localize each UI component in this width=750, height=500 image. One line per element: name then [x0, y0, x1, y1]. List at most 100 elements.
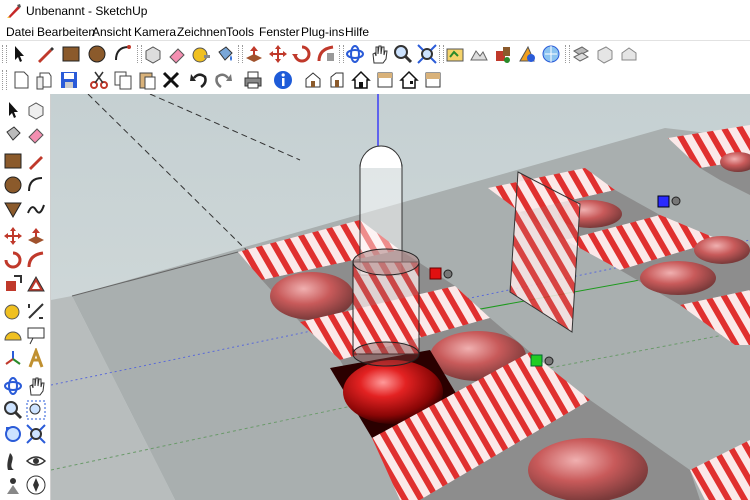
- circle-tool-button[interactable]: [2, 174, 24, 196]
- red-axis-marker[interactable]: [429, 267, 442, 280]
- menu-fenster[interactable]: Fenster: [259, 25, 300, 39]
- axes-button[interactable]: [2, 348, 24, 370]
- orbit-button[interactable]: [2, 375, 24, 397]
- menu-tools[interactable]: Tools: [226, 25, 254, 39]
- print-button[interactable]: [242, 69, 264, 91]
- dimension-icon: [28, 303, 44, 319]
- offset-button[interactable]: [25, 273, 47, 295]
- dimension-button[interactable]: [25, 300, 47, 322]
- save-button[interactable]: [58, 69, 80, 91]
- menu-datei[interactable]: Datei: [6, 25, 34, 39]
- move-button[interactable]: [2, 225, 24, 247]
- top-view-button[interactable]: [350, 69, 372, 91]
- make-component-button[interactable]: [25, 99, 47, 121]
- menu-plugins[interactable]: Plug-ins: [301, 25, 344, 39]
- zoom-extents-button[interactable]: [416, 43, 438, 65]
- previous-view-button[interactable]: [2, 423, 24, 445]
- tape-measure-button[interactable]: [2, 300, 24, 322]
- open-file-button[interactable]: [34, 69, 56, 91]
- paste-button[interactable]: [136, 69, 158, 91]
- polygon-tool-button[interactable]: [2, 198, 24, 220]
- pan-button[interactable]: [25, 375, 47, 397]
- cut-icon: [90, 71, 108, 89]
- text-button[interactable]: [25, 324, 47, 346]
- rotate-button[interactable]: [291, 43, 313, 65]
- follow-me-button[interactable]: [25, 249, 47, 271]
- right-view-button[interactable]: [374, 69, 396, 91]
- copy-button[interactable]: [112, 69, 134, 91]
- protractor-button[interactable]: [2, 324, 24, 346]
- add-location-button[interactable]: [444, 43, 466, 65]
- move-button[interactable]: [267, 43, 289, 65]
- line-tool-button[interactable]: [25, 150, 47, 172]
- toolbar-grip[interactable]: [2, 45, 7, 63]
- line-tool-button[interactable]: [34, 43, 56, 65]
- arc-tool-button[interactable]: [112, 43, 134, 65]
- push-pull-button[interactable]: [243, 43, 265, 65]
- circle-tool-button[interactable]: [86, 43, 108, 65]
- toolbar-grip[interactable]: [2, 70, 7, 90]
- rotate-button[interactable]: [2, 249, 24, 271]
- orbit-button[interactable]: [344, 43, 366, 65]
- zoom-button[interactable]: [392, 43, 414, 65]
- display-section-planes-button[interactable]: [594, 43, 616, 65]
- select-tool-button[interactable]: [8, 43, 30, 65]
- model-info-button[interactable]: [272, 69, 294, 91]
- menu-bearbeiten[interactable]: Bearbeiten: [37, 25, 95, 39]
- left-view-button[interactable]: [422, 69, 444, 91]
- section-plane-button[interactable]: [570, 43, 592, 65]
- new-file-button[interactable]: [10, 69, 32, 91]
- follow-me-icon: [317, 45, 334, 62]
- make-component-button[interactable]: [142, 43, 164, 65]
- follow-me-button[interactable]: [315, 43, 337, 65]
- rectangle-tool-button[interactable]: [2, 150, 24, 172]
- back-view-button[interactable]: [398, 69, 420, 91]
- menu-kamera[interactable]: Kamera: [134, 25, 176, 39]
- walk-icon: [7, 453, 14, 470]
- pan-button[interactable]: [368, 43, 390, 65]
- display-section-cuts-button[interactable]: [618, 43, 640, 65]
- zoom-window-icon: [26, 400, 46, 420]
- menu-ansicht[interactable]: Ansicht: [92, 25, 131, 39]
- iso-view-button[interactable]: [302, 69, 324, 91]
- push-pull-button[interactable]: [25, 225, 47, 247]
- walk-button[interactable]: [2, 450, 24, 472]
- share-model-button[interactable]: [540, 43, 562, 65]
- 3d-text-button[interactable]: [25, 348, 47, 370]
- select-tool-button[interactable]: [2, 99, 24, 121]
- get-models-button[interactable]: [516, 43, 538, 65]
- eraser-button[interactable]: [25, 123, 47, 145]
- menu-zeichnen[interactable]: Zeichnen: [177, 25, 226, 39]
- scene-canvas[interactable]: [51, 94, 750, 500]
- drawing-viewport[interactable]: [51, 94, 750, 500]
- paint-bucket-button[interactable]: [214, 43, 236, 65]
- make-component-icon: [28, 102, 44, 120]
- front-view-button[interactable]: [326, 69, 348, 91]
- zoom-window-button[interactable]: [25, 399, 47, 421]
- marker-handle[interactable]: [443, 269, 453, 279]
- zoom-extents-button[interactable]: [25, 423, 47, 445]
- toggle-terrain-button[interactable]: [468, 43, 490, 65]
- components-button[interactable]: [492, 43, 514, 65]
- cut-button[interactable]: [88, 69, 110, 91]
- delete-button[interactable]: [160, 69, 182, 91]
- green-axis-marker[interactable]: [530, 354, 543, 367]
- paint-bucket-button[interactable]: [2, 123, 24, 145]
- freehand-tool-button[interactable]: [25, 198, 47, 220]
- blue-axis-marker[interactable]: [657, 195, 670, 208]
- scale-button[interactable]: [2, 273, 24, 295]
- marker-handle[interactable]: [671, 196, 681, 206]
- section-plane-button[interactable]: [25, 474, 47, 496]
- redo-button[interactable]: [212, 69, 234, 91]
- arc-tool-button[interactable]: [25, 174, 47, 196]
- position-camera-button[interactable]: [2, 474, 24, 496]
- rectangle-tool-button[interactable]: [60, 43, 82, 65]
- tape-measure-button[interactable]: [190, 43, 212, 65]
- tape-measure-icon: [192, 47, 210, 63]
- menu-hilfe[interactable]: Hilfe: [345, 25, 369, 39]
- undo-button[interactable]: [188, 69, 210, 91]
- zoom-button[interactable]: [2, 399, 24, 421]
- marker-handle[interactable]: [544, 356, 554, 366]
- look-around-button[interactable]: [25, 450, 47, 472]
- eraser-button[interactable]: [166, 43, 188, 65]
